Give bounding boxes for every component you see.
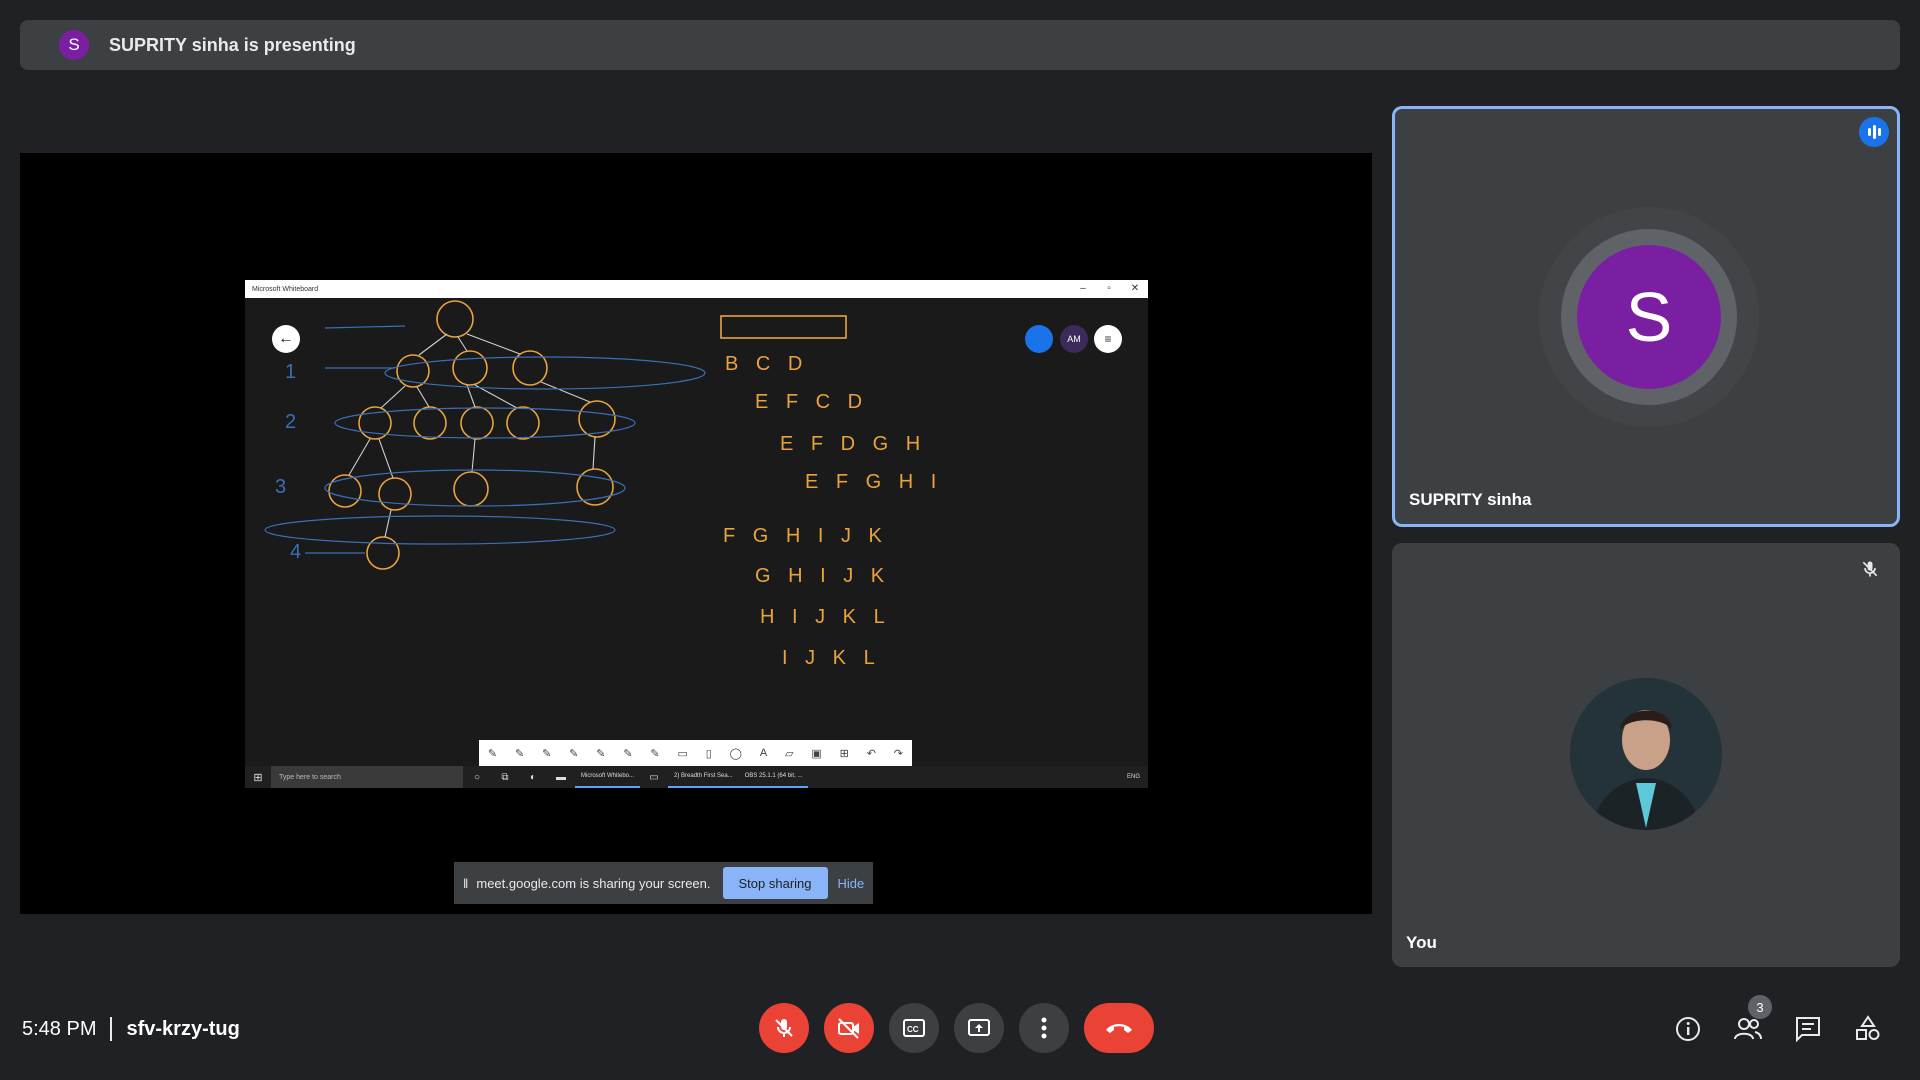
minimize-icon: –: [1080, 283, 1086, 294]
back-icon: ←: [272, 325, 300, 353]
leave-call-button[interactable]: [1084, 1003, 1154, 1053]
redo-icon: ↷: [893, 747, 903, 760]
svg-text:H I J K L: H I J K L: [760, 606, 891, 628]
windows-taskbar: ⊞ Type here to search ○ ⧉ ◐ ▬ Microsoft …: [245, 766, 1148, 788]
user-icon: [1025, 325, 1053, 353]
menu-icon: ≡: [1094, 325, 1122, 353]
svg-text:E F D G H: E F D G H: [780, 433, 926, 455]
svg-text:E F C D: E F C D: [755, 391, 868, 413]
window-titlebar: Microsoft Whiteboard – ▫ ✕: [245, 280, 1148, 298]
taskbar-search: Type here to search: [271, 766, 463, 788]
participant-count-badge: 3: [1748, 995, 1772, 1019]
share-message: meet.google.com is sharing your screen.: [476, 875, 711, 891]
speaking-indicator-icon: [1859, 117, 1889, 147]
mic-toggle-button[interactable]: [759, 1003, 809, 1053]
maximize-icon: ▫: [1107, 283, 1111, 294]
avatar-ring-inner: S: [1561, 229, 1737, 405]
edge-icon: ◐: [529, 771, 537, 783]
note-icon: ▱: [785, 747, 794, 760]
camera-toggle-button[interactable]: [824, 1003, 874, 1053]
clock: 5:48 PM: [22, 1017, 97, 1040]
meeting-code: sfv-krzy-tug: [126, 1017, 240, 1040]
pen-icon: ✎: [623, 747, 633, 760]
hang-up-icon: [1106, 1024, 1132, 1033]
svg-text:F G H I J K: F G H I J K: [723, 525, 888, 547]
presenting-text: SUPRITY sinha is presenting: [109, 34, 356, 55]
svg-text:B C D: B C D: [725, 353, 808, 375]
whiteboard-drawing: 1 2 3 4 B C D E F C D E F D G H E F G H I F G …: [264, 300, 942, 669]
participant-tile-presenter[interactable]: S SUPRITY sinha: [1392, 106, 1900, 527]
captions-button[interactable]: CC: [889, 1003, 939, 1053]
svg-text:1: 1: [285, 361, 296, 383]
insert-icon: ⊞: [839, 747, 849, 760]
people-icon: [1734, 1018, 1762, 1040]
window-icon: ▭: [649, 771, 659, 783]
windows-start-icon: ⊞: [253, 771, 263, 784]
svg-text:3: 3: [275, 476, 286, 498]
taskbar-app: 2) Breadth First Sea...: [668, 766, 739, 788]
folder-icon: ▬: [556, 771, 566, 783]
system-tray: ENG: [1126, 774, 1140, 780]
svg-text:E F G H I: E F G H I: [805, 471, 942, 493]
participant-tile-self[interactable]: You: [1392, 543, 1900, 967]
user-avatar-am: AM: [1060, 325, 1088, 353]
participant-name: SUPRITY sinha: [1409, 490, 1532, 509]
eraser-icon: ▭: [677, 747, 688, 760]
taskbar-app: OBS 25.1.1 (64 bit, ...: [738, 766, 809, 788]
shared-window: Microsoft Whiteboard – ▫ ✕ 1 2 3 4 B C D E …: [245, 280, 1148, 788]
mic-off-icon: [1856, 555, 1884, 583]
meeting-details-button[interactable]: [1670, 1011, 1706, 1047]
pen-icon: ✎: [596, 747, 606, 760]
task-view-icon: ⧉: [501, 771, 509, 783]
activities-icon: [1856, 1015, 1880, 1040]
participant-photo: [1570, 678, 1722, 830]
pen-icon: ✎: [515, 747, 525, 760]
highlighter-icon: ✎: [650, 747, 660, 760]
info-icon: [1676, 1017, 1700, 1041]
captions-icon: CC: [903, 1019, 925, 1037]
image-icon: ▣: [811, 747, 822, 760]
text-icon: A: [759, 747, 768, 759]
pen-icon: ✎: [487, 747, 498, 760]
presenting-banner: S SUPRITY sinha is presenting: [20, 20, 1900, 70]
camera-off-icon: [838, 1018, 859, 1039]
taskbar-app: Microsoft Whitebo...: [575, 766, 641, 788]
meeting-info: 5:48 PM sfv-krzy-tug: [22, 1017, 240, 1041]
hide-button[interactable]: Hide: [838, 876, 865, 891]
svg-text:4: 4: [290, 541, 301, 563]
avatar-ring: S: [1539, 207, 1759, 427]
presenter-avatar: S: [59, 30, 89, 60]
svg-text:I J K L: I J K L: [782, 647, 881, 669]
svg-text:CC: CC: [907, 1025, 919, 1034]
close-icon: ✕: [1130, 283, 1140, 294]
participant-avatar: S: [1577, 245, 1721, 389]
participant-name: You: [1406, 933, 1437, 952]
more-options-button[interactable]: [1019, 1003, 1069, 1053]
drag-handle-icon[interactable]: ‖: [463, 876, 468, 891]
window-title: Microsoft Whiteboard: [252, 285, 319, 293]
svg-text:G H I J K: G H I J K: [755, 565, 890, 587]
chat-button[interactable]: [1790, 1011, 1826, 1047]
lasso-icon: ◯: [729, 747, 742, 760]
ruler-icon: ▯: [705, 747, 712, 760]
more-vert-icon: [1041, 1017, 1047, 1039]
svg-text:2: 2: [285, 411, 296, 433]
chat-icon: [1796, 1017, 1820, 1043]
undo-icon: ↶: [866, 747, 876, 760]
present-button[interactable]: [954, 1003, 1004, 1053]
present-screen-icon: [968, 1019, 990, 1036]
pen-icon: ✎: [542, 747, 552, 760]
mic-off-icon: [775, 1019, 793, 1037]
whiteboard-toolbar: ✎ ✎ ✎ ✎ ✎ ✎ ✎ ▭ ▯ ◯ A ▱ ▣ ⊞ ↶ ↷: [479, 740, 912, 766]
pen-icon: ✎: [569, 747, 579, 760]
divider: [110, 1017, 113, 1041]
cortana-icon: ○: [473, 771, 481, 783]
stop-sharing-button[interactable]: Stop sharing: [722, 867, 828, 899]
screen-share-bar: ‖ meet.google.com is sharing your screen…: [454, 862, 873, 904]
activities-button[interactable]: [1850, 1011, 1886, 1047]
